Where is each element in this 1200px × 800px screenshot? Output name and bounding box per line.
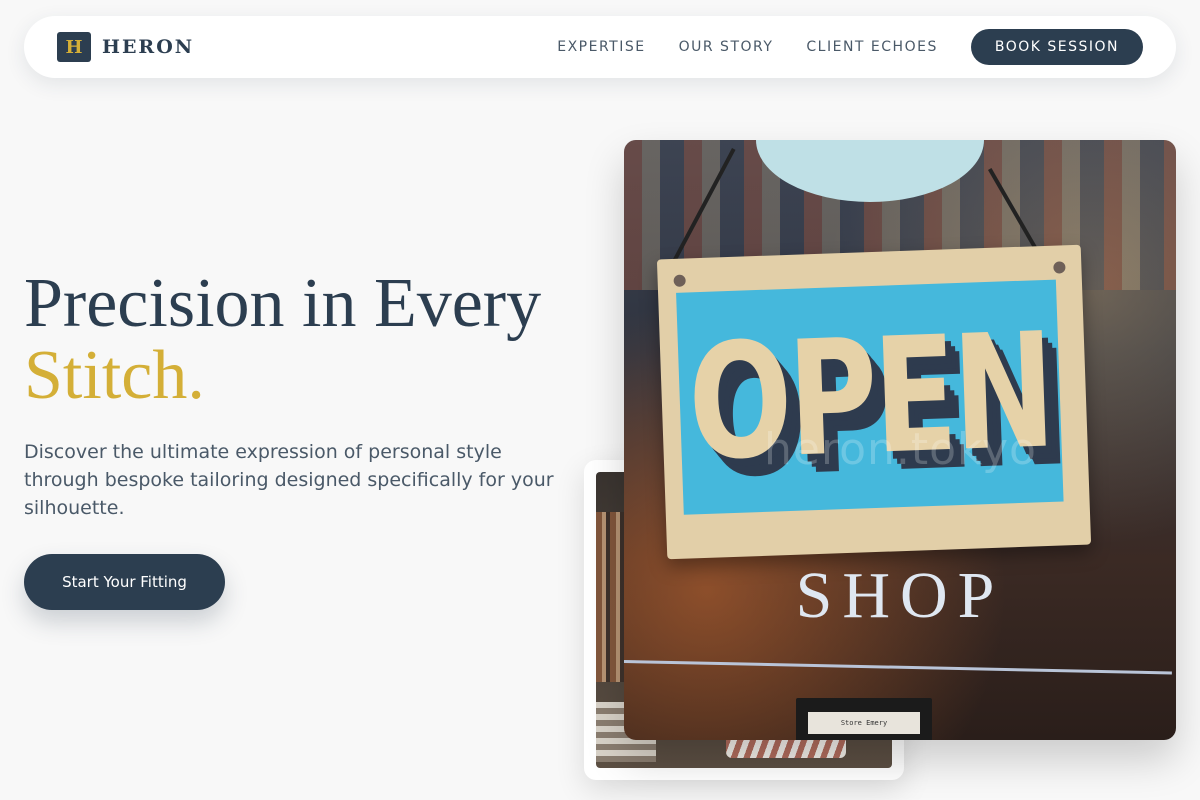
book-session-button[interactable]: BOOK SESSION	[970, 29, 1143, 65]
hero-title-accent: Stitch.	[24, 337, 205, 414]
open-sign: OPEN	[656, 244, 1092, 560]
nav-link-expertise[interactable]: EXPERTISE	[557, 39, 645, 55]
door-plaque: Store Emery	[796, 698, 932, 740]
plaque-label: Store Emery	[808, 712, 920, 734]
glass-edge-line	[624, 660, 1172, 675]
open-sign-photo: OPEN heron.tokyo SHOP Store Emery	[624, 140, 1176, 740]
nav-link-client-echoes[interactable]: CLIENT ECHOES	[806, 39, 937, 55]
sign-hole	[673, 274, 686, 287]
sign-hole	[1053, 261, 1066, 274]
brand-name: HERON	[102, 36, 195, 58]
nav-link-our-story[interactable]: OUR STORY	[679, 39, 774, 55]
brand[interactable]: H HERON	[57, 32, 194, 62]
brand-logo-icon: H	[57, 32, 91, 62]
hero-subtitle: Discover the ultimate expression of pers…	[24, 441, 554, 519]
sign-panel: OPEN	[676, 279, 1064, 515]
top-nav: H HERON EXPERTISE OUR STORY CLIENT ECHOE…	[24, 16, 1176, 78]
nav-links: EXPERTISE OUR STORY CLIENT ECHOES BOOK S…	[557, 29, 1143, 65]
shop-door-text: SHOP	[795, 559, 1005, 632]
hero-title-line: Precision in Every	[24, 265, 542, 342]
open-sign-text: OPEN	[685, 298, 1055, 496]
hero-title: Precision in Every Stitch.	[24, 268, 541, 412]
start-fitting-button[interactable]: Start Your Fitting	[24, 554, 225, 610]
